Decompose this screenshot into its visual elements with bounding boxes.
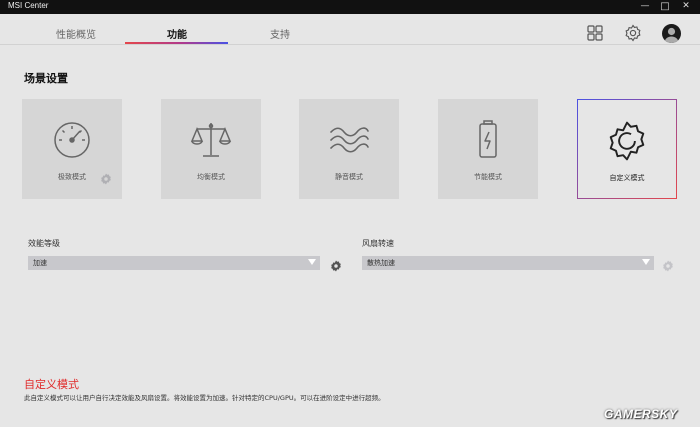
maximize-button[interactable]: □ <box>656 0 674 14</box>
mode-card-balanced[interactable]: 均衡模式 <box>161 99 261 199</box>
performance-level-label: 效能等级 <box>28 239 60 248</box>
close-button[interactable]: ✕ <box>677 0 695 14</box>
avatar[interactable] <box>662 24 681 43</box>
selected-mode-description: 此自定义模式可以让用户自行决定效能及风扇设置。将效能设置为加速。针对特定的CPU… <box>24 394 385 402</box>
waves-icon <box>328 119 370 161</box>
fan-speed-label: 风扇转速 <box>362 239 394 248</box>
mode-label: 均衡模式 <box>197 173 225 181</box>
mode-card-extreme[interactable]: 极致模式 <box>22 99 122 199</box>
mode-card-custom[interactable]: 自定义模式 <box>577 99 677 199</box>
battery-icon <box>467 119 509 161</box>
fan-settings-gear-icon[interactable] <box>662 257 674 272</box>
performance-settings-gear-icon[interactable] <box>330 257 342 272</box>
minimize-button[interactable]: — <box>636 0 654 14</box>
performance-level-select[interactable]: 加速 <box>28 256 320 270</box>
mode-settings-gear-icon[interactable] <box>100 170 112 185</box>
section-title: 场景设置 <box>24 72 68 85</box>
grid-icon[interactable] <box>586 24 604 42</box>
watermark: GAMERSKY <box>604 407 678 421</box>
fan-speed-value: 散热加速 <box>367 259 395 267</box>
mode-label: 静音模式 <box>335 173 363 181</box>
performance-level-value: 加速 <box>33 259 47 267</box>
speedometer-icon <box>51 119 93 161</box>
tab-support[interactable]: 支持 <box>240 26 320 44</box>
header-divider <box>0 44 700 45</box>
gear-icon <box>606 120 648 162</box>
selected-mode-title: 自定义模式 <box>24 378 79 391</box>
mode-label: 自定义模式 <box>609 174 645 182</box>
fan-speed-select[interactable]: 散热加速 <box>362 256 654 270</box>
mode-label: 节能模式 <box>474 173 502 181</box>
settings-gear-icon[interactable] <box>624 24 642 42</box>
chevron-down-icon <box>308 259 316 265</box>
title-bar: MSI Center — □ ✕ <box>0 0 700 14</box>
tab-overview[interactable]: 性能概览 <box>36 26 116 44</box>
mode-card-silent[interactable]: 静音模式 <box>299 99 399 199</box>
balance-scale-icon <box>190 119 232 161</box>
app-title: MSI Center <box>8 1 49 10</box>
chevron-down-icon <box>642 259 650 265</box>
mode-card-eco[interactable]: 节能模式 <box>438 99 538 199</box>
